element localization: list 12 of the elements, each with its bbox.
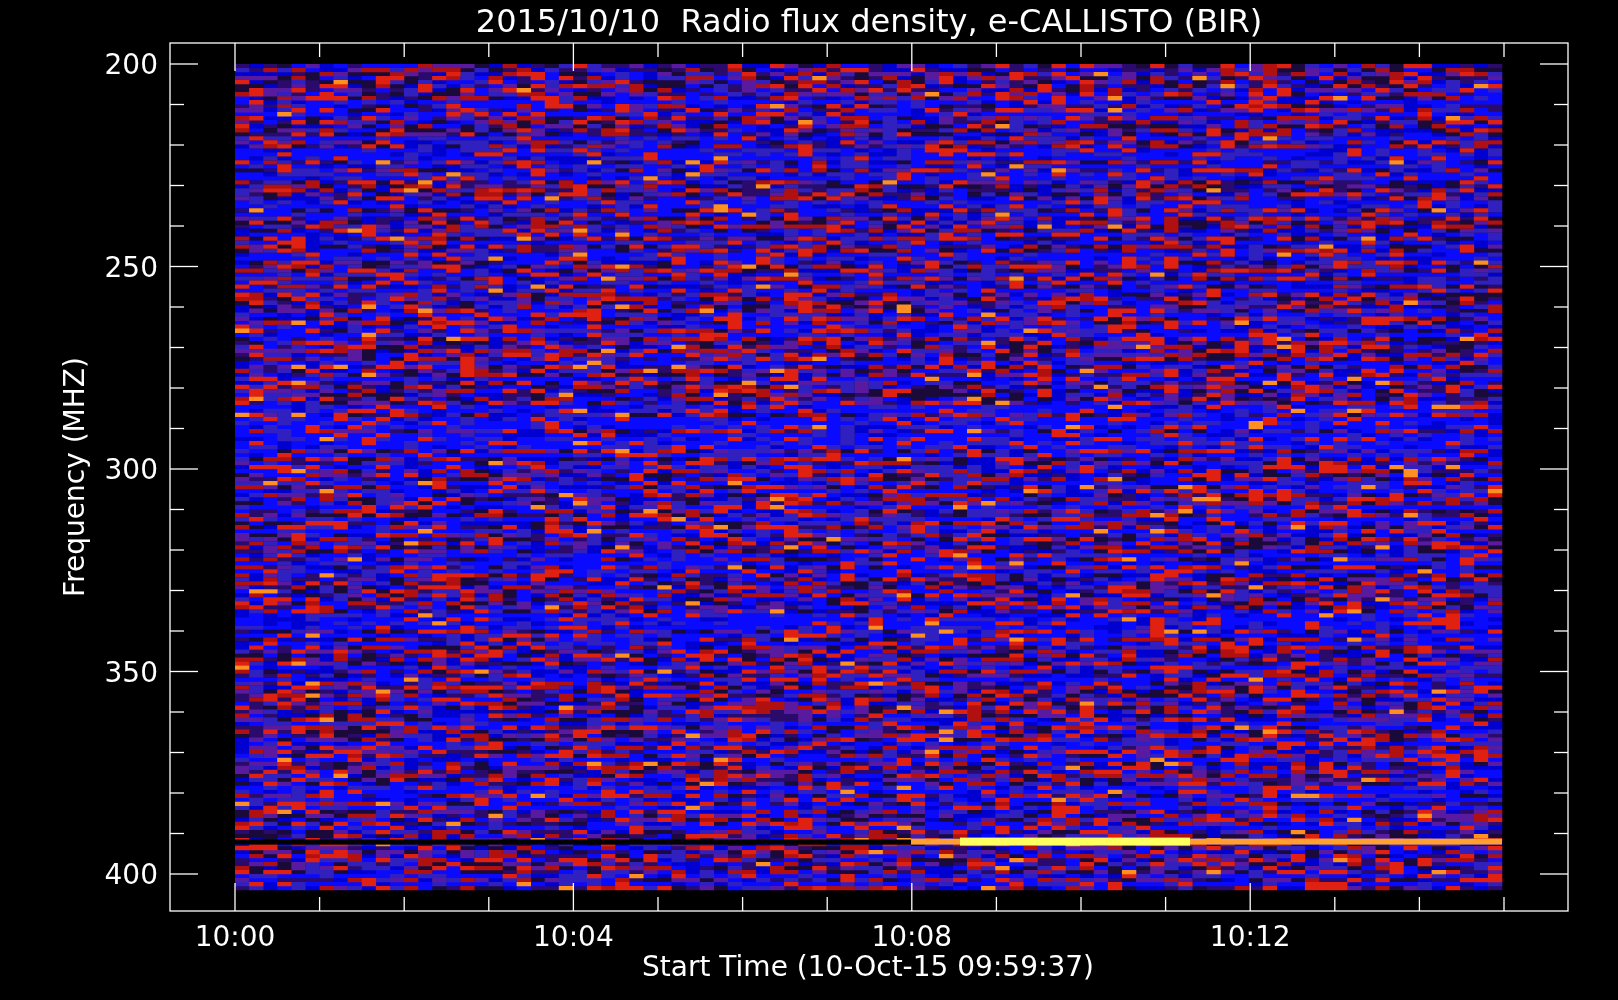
y-tick-label: 350 bbox=[104, 655, 158, 689]
y-tick-label: 200 bbox=[104, 48, 158, 81]
y-tick-label: 400 bbox=[104, 858, 158, 891]
y-axis-label: Frequency (MHZ) bbox=[58, 357, 91, 597]
chart-title: 2015/10/10 Radio flux density, e-CALLISTO (BIR) bbox=[475, 2, 1263, 40]
x-tick-label: 10:08 bbox=[871, 920, 953, 953]
y-tick-label: 300 bbox=[104, 453, 158, 486]
x-tick-label: 10:12 bbox=[1209, 920, 1291, 953]
x-tick-label: 10:00 bbox=[194, 920, 276, 953]
x-axis-label: Start Time (10-Oct-15 09:59:37) bbox=[642, 950, 1094, 983]
y-tick-label: 250 bbox=[104, 250, 158, 284]
x-tick-label: 10:04 bbox=[533, 920, 614, 953]
